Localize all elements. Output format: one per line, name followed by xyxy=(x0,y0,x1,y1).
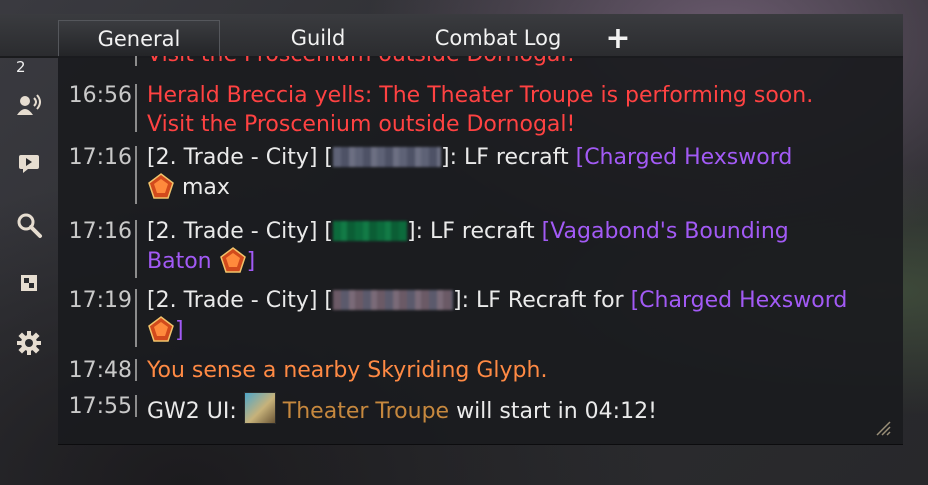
message-text: Visit the Proscenium outside Dornogal! xyxy=(147,56,892,69)
message-text: You sense a nearby Skyriding Glyph. xyxy=(147,358,548,383)
message-text: [2. Trade - City] [ ]: LF recraft [Vagabo… xyxy=(147,217,892,276)
message-timestamp: 17:16 xyxy=(68,219,132,244)
message-line: Visit the Proscenium outside Dornogal! xyxy=(147,112,576,137)
chat-tab-bar: General Guild Combat Log + xyxy=(0,14,903,58)
event-name: Theater Troupe xyxy=(282,399,450,424)
message-timestamp: 17:55 xyxy=(68,394,132,419)
search-icon[interactable] xyxy=(14,210,44,240)
item-link-end: ] xyxy=(175,318,184,343)
resize-handle-icon[interactable] xyxy=(875,420,891,436)
message-divider xyxy=(135,289,137,347)
addon-prefix: GW2 UI: xyxy=(147,399,244,424)
item-link[interactable]: [Charged Hexsword xyxy=(631,288,848,313)
chat-message: 17:55 GW2 UI: Theater Troupe will start … xyxy=(58,392,898,424)
voice-icon[interactable] xyxy=(14,90,44,120)
message-content: ]: LF recraft xyxy=(441,145,576,170)
message-divider xyxy=(135,395,137,417)
message-content: max xyxy=(175,175,230,200)
chat-message: 17:48 You sense a nearby Skyriding Glyph… xyxy=(58,356,898,386)
message-timestamp: 17:19 xyxy=(68,288,132,313)
crafting-quality-icon xyxy=(148,173,174,199)
chat-message: 17:19 [2. Trade - City] [ ]: LF Recraft f… xyxy=(58,286,898,347)
message-divider xyxy=(135,220,137,278)
channel-label: [2. Trade - City] [ xyxy=(147,288,334,313)
message-divider xyxy=(135,56,137,66)
message-divider xyxy=(135,146,137,204)
message-text: GW2 UI: Theater Troupe will start in 04:… xyxy=(147,392,892,426)
chat-log[interactable]: Visit the Proscenium outside Dornogal! 1… xyxy=(58,56,903,445)
message-content: ]: LF Recraft for xyxy=(453,288,631,313)
item-link[interactable]: [Charged Hexsword xyxy=(576,145,793,170)
item-link[interactable]: [Vagabond's Bounding xyxy=(542,219,789,244)
add-tab-button[interactable]: + xyxy=(596,20,640,56)
message-text: Herald Breccia yells: The Theater Troupe… xyxy=(147,81,892,139)
channel-label: [2. Trade - City] [ xyxy=(147,219,334,244)
share-icon[interactable] xyxy=(14,268,44,298)
tab-general[interactable]: General xyxy=(58,20,220,57)
redacted-player-name[interactable] xyxy=(333,147,442,167)
chat-sidebar: 2 xyxy=(0,14,58,444)
message-content: ]: LF recraft xyxy=(407,219,542,244)
message-divider xyxy=(135,359,137,381)
item-link[interactable]: Baton xyxy=(147,249,212,274)
settings-icon[interactable] xyxy=(14,328,44,358)
chat-message: 17:16 [2. Trade - City] [ ]: LF recraft [… xyxy=(58,143,898,204)
redacted-player-name[interactable] xyxy=(333,290,454,310)
chat-message: Visit the Proscenium outside Dornogal! xyxy=(58,56,898,69)
crafting-quality-icon xyxy=(219,247,246,273)
message-timestamp: 17:48 xyxy=(68,358,132,383)
friends-online-count: 2 xyxy=(16,58,26,76)
tab-combat-log[interactable]: Combat Log xyxy=(410,20,586,56)
item-link-end: ] xyxy=(246,249,256,274)
channel-label: [2. Trade - City] [ xyxy=(147,145,334,170)
message-timestamp: 16:56 xyxy=(68,83,132,108)
event-portrait-icon xyxy=(243,392,276,424)
message-line: Herald Breccia yells: The Theater Troupe… xyxy=(147,83,814,108)
message-text: [2. Trade - City] [ ]: LF Recraft for [Ch… xyxy=(147,286,892,345)
chat-message: 16:56 Herald Breccia yells: The Theater … xyxy=(58,81,898,141)
game-screen: 2 General Guild Combat Log + 16:56 Heral… xyxy=(0,0,928,485)
redacted-player-name[interactable] xyxy=(333,221,408,241)
message-divider xyxy=(135,84,137,132)
message-timestamp: 17:16 xyxy=(68,145,132,170)
message-content: will start in 04:12! xyxy=(449,399,657,424)
chat-message: 17:16 [2. Trade - City] [ ]: LF recraft [… xyxy=(58,217,898,278)
message-text: [2. Trade - City] [ ]: LF recraft [Charge… xyxy=(147,143,892,202)
tab-guild[interactable]: Guild xyxy=(240,20,396,56)
crafting-quality-icon xyxy=(148,316,174,342)
chat-bubble-icon[interactable] xyxy=(14,148,44,178)
